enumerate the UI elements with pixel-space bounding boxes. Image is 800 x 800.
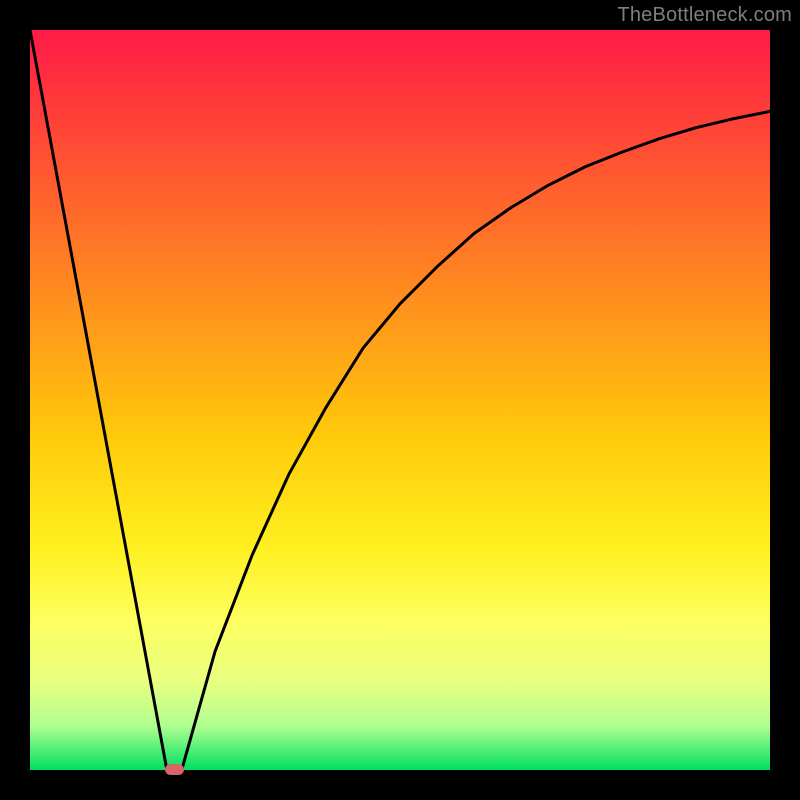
bottleneck-curve xyxy=(30,30,770,770)
curve-left-branch xyxy=(30,30,167,770)
plot-area xyxy=(30,30,770,770)
watermark-text: TheBottleneck.com xyxy=(617,4,792,27)
curve-right-branch xyxy=(182,111,770,770)
chart-container: TheBottleneck.com xyxy=(0,0,800,800)
minimum-marker xyxy=(165,764,184,775)
